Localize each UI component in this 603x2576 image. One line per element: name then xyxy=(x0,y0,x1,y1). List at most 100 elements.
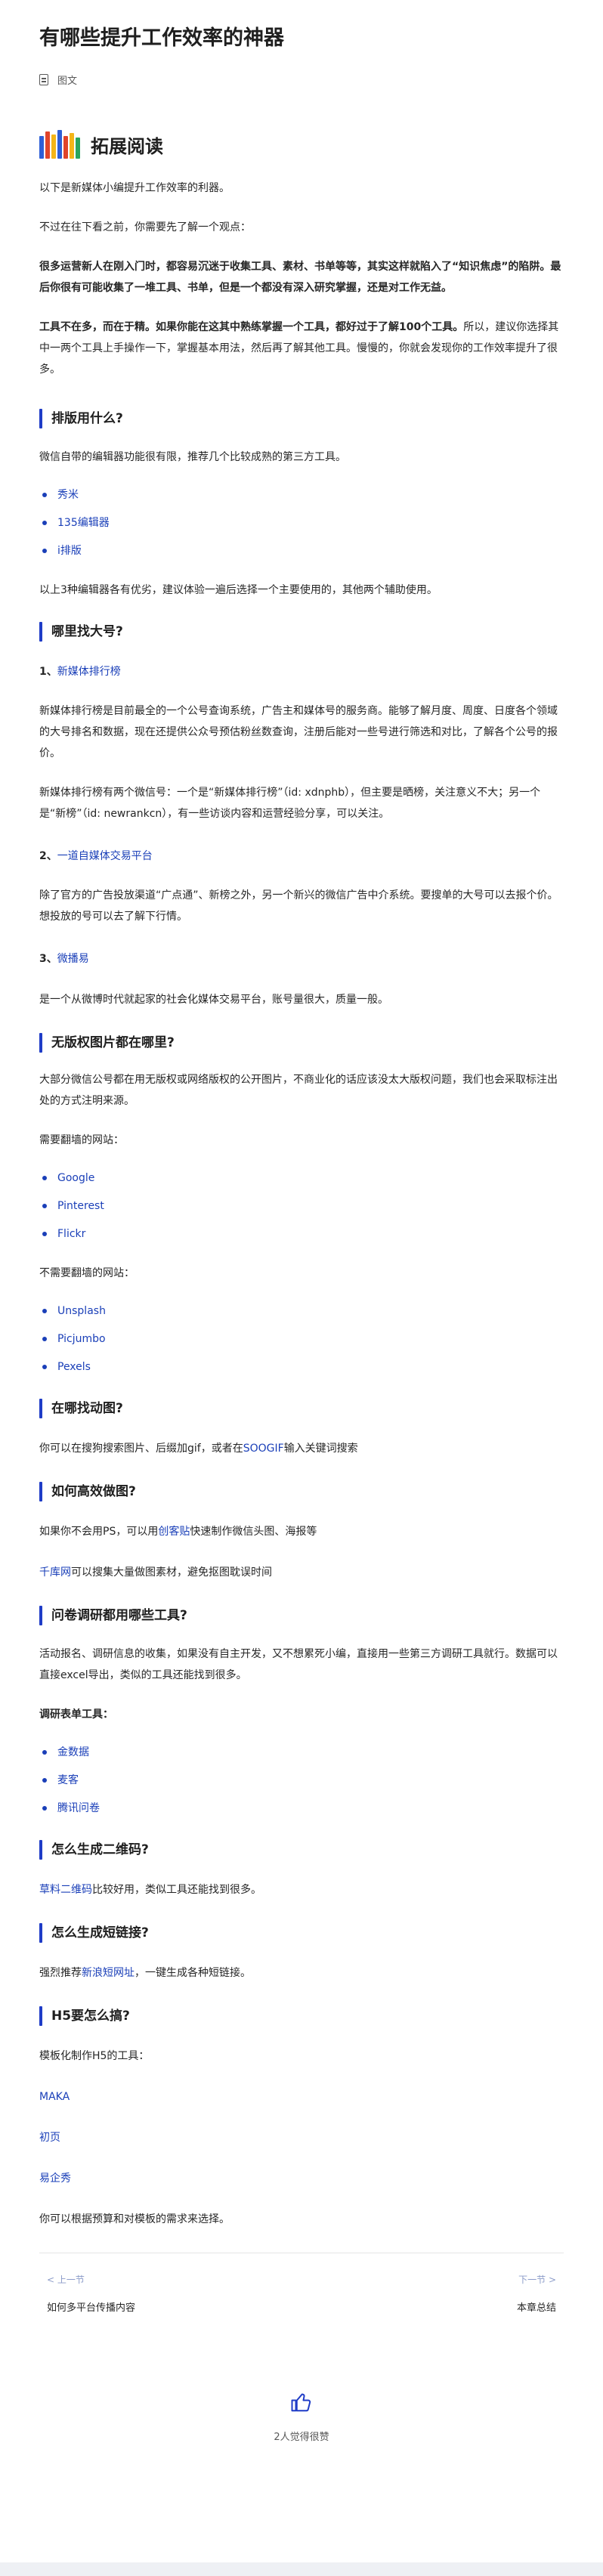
trade-platform-link[interactable]: 一道自媒体交易平台 xyxy=(57,850,153,862)
list-item: i排版 xyxy=(39,542,564,560)
editor-link[interactable]: 135编辑器 xyxy=(57,517,110,529)
prev-chapter-link[interactable]: 如何多平台传播内容 xyxy=(47,2299,135,2314)
section-heading: 在哪找动图? xyxy=(39,1399,564,1418)
h5-tool: 初页 xyxy=(39,2127,564,2148)
weiboyi-link[interactable]: 微播易 xyxy=(57,953,89,965)
section-paragraph: 新媒体排行榜是目前最全的一个公号查询系统，广告主和媒体号的服务商。能够了解月度、… xyxy=(39,705,558,759)
list-item: 135编辑器 xyxy=(39,514,564,532)
section-heading: 哪里找大号? xyxy=(39,622,564,642)
list-item: Picjumbo xyxy=(39,1330,564,1348)
site-link[interactable]: Unsplash xyxy=(57,1305,106,1317)
tool-link[interactable]: 金数据 xyxy=(57,1746,89,1758)
book-spine xyxy=(45,131,50,159)
section-paragraph: 活动报名、调研信息的收集，如果没有自主开发，又不想累死小编，直接用一些第三方调研… xyxy=(39,1648,558,1681)
maka-link[interactable]: MAKA xyxy=(39,2091,70,2103)
h5-tool: 易企秀 xyxy=(39,2168,564,2189)
section-heading: 怎么生成短链接? xyxy=(39,1923,564,1943)
book-spine xyxy=(39,136,44,159)
ranking-link[interactable]: 新媒体排行榜 xyxy=(57,666,121,678)
item-number: 2、 xyxy=(39,850,57,862)
sina-shorturl-link[interactable]: 新浪短网址 xyxy=(82,1967,135,1979)
section-paragraph: 如果你不会用PS，可以用创客贴快速制作微信头图、海报等 xyxy=(39,1521,564,1542)
text: 比较好用，类似工具还能找到很多。 xyxy=(92,1884,261,1896)
list-label: 调研表单工具： xyxy=(39,1709,113,1721)
site-link[interactable]: Pexels xyxy=(57,1361,91,1373)
section-paragraph: 草料二维码比较好用，类似工具还能找到很多。 xyxy=(39,1879,564,1900)
chuangkit-link[interactable]: 创客贴 xyxy=(158,1526,190,1538)
intro-paragraph: 不过在往下看之前，你需要先了解一个观点： xyxy=(39,221,251,233)
numbered-item: 3、微播易 xyxy=(39,948,564,969)
text: 强烈推荐 xyxy=(39,1967,82,1979)
intro-bold-text: 工具不在多，而在于精。如果你能在这其中熟练掌握一个工具，都好过于了解100个工具… xyxy=(39,321,464,333)
book-spine xyxy=(63,136,68,159)
wall-sites-list: Google Pinterest Flickr xyxy=(39,1169,564,1243)
like-count: 2人觉得很赞 xyxy=(274,2432,329,2443)
list-item: Unsplash xyxy=(39,1302,564,1320)
list-item: Pexels xyxy=(39,1358,564,1376)
document-icon xyxy=(39,74,48,85)
article: 有哪些提升工作效率的神器 图文 拓展阅读 以下是新媒体小编提升工作效率的利器。 … xyxy=(0,0,603,2443)
category-label: 图文 xyxy=(57,76,78,87)
text: 你可以在搜狗搜索图片、后缀加gif，或者在 xyxy=(39,1443,243,1455)
extended-reading-banner: 拓展阅读 xyxy=(39,128,564,161)
book-spine xyxy=(76,138,80,159)
section-paragraph: 模板化制作H5的工具： xyxy=(39,2050,150,2062)
soogif-link[interactable]: SOOGIF xyxy=(243,1443,284,1455)
section-heading: 怎么生成二维码? xyxy=(39,1840,564,1860)
book-spine xyxy=(70,133,74,159)
tool-link[interactable]: 腾讯问卷 xyxy=(57,1802,100,1814)
section-paragraph: 你可以在搜狗搜索图片、后缀加gif，或者在SOOGIF输入关键词搜索 xyxy=(39,1438,564,1459)
list-label: 需要翻墙的网站： xyxy=(39,1134,124,1146)
list-item: Flickr xyxy=(39,1225,564,1243)
588ku-link[interactable]: 千库网 xyxy=(39,1566,71,1579)
prev-label[interactable]: < 上一节 xyxy=(47,2273,135,2286)
intro-paragraph: 工具不在多，而在于精。如果你能在这其中熟练掌握一个工具，都好过于了解100个工具… xyxy=(39,317,564,380)
section-paragraph: 是一个从微博时代就起家的社会化媒体交易平台，账号量很大，质量一般。 xyxy=(39,994,388,1006)
text: ，一键生成各种短链接。 xyxy=(135,1967,251,1979)
eqxiu-link[interactable]: 易企秀 xyxy=(39,2172,71,2185)
text: 如果你不会用PS，可以用 xyxy=(39,1526,159,1538)
section-paragraph: 除了官方的广告投放渠道“广点通”、新榜之外，另一个新兴的微信广告中介系统。要搜单… xyxy=(39,889,558,923)
list-item: 腾讯问卷 xyxy=(39,1799,564,1817)
numbered-item: 2、一道自媒体交易平台 xyxy=(39,846,564,867)
section-heading: H5要怎么搞? xyxy=(39,2006,564,2026)
section-paragraph: 大部分微信公号都在用无版权或网络版权的公开图片，不商业化的话应该没太大版权问题，… xyxy=(39,1074,558,1107)
like-button[interactable] xyxy=(287,2388,316,2417)
site-link[interactable]: Google xyxy=(57,1172,94,1184)
cli-qrcode-link[interactable]: 草料二维码 xyxy=(39,1884,92,1896)
section-paragraph: 强烈推荐新浪短网址，一键生成各种短链接。 xyxy=(39,1962,564,1984)
footer-bar xyxy=(0,2562,603,2576)
section-heading: 排版用什么? xyxy=(39,409,564,428)
books-icon xyxy=(39,130,82,159)
tool-link[interactable]: 麦客 xyxy=(57,1774,79,1786)
survey-tools-list: 金数据 麦客 腾讯问卷 xyxy=(39,1743,564,1817)
section-paragraph: 以上3种编辑器各有优劣，建议体验一遍后选择一个主要使用的，其他两个辅助使用。 xyxy=(39,584,438,596)
editor-link[interactable]: 秀米 xyxy=(57,489,79,501)
text: 输入关键词搜索 xyxy=(283,1443,358,1455)
list-label: 不需要翻墙的网站： xyxy=(39,1267,135,1279)
prev-nav[interactable]: < 上一节 如何多平台传播内容 xyxy=(47,2273,135,2314)
editor-list: 秀米 135编辑器 i排版 xyxy=(39,486,564,560)
list-item: Pinterest xyxy=(39,1197,564,1215)
section-paragraph: 新媒体排行榜有两个微信号：一个是“新媒体排行榜”（id: xdnphb），但主要… xyxy=(39,787,541,820)
text: 可以搜集大量做图素材，避免抠图耽误时间 xyxy=(71,1566,272,1579)
editor-link[interactable]: i排版 xyxy=(57,545,82,557)
thumbs-up-icon xyxy=(291,2393,311,2412)
banner-title: 拓展阅读 xyxy=(91,135,163,157)
article-meta: 图文 xyxy=(39,73,564,87)
site-link[interactable]: Pinterest xyxy=(57,1200,104,1212)
item-number: 1、 xyxy=(39,666,57,678)
section-heading: 无版权图片都在哪里? xyxy=(39,1033,564,1053)
section-paragraph: 微信自带的编辑器功能很有限，推荐几个比较成熟的第三方工具。 xyxy=(39,451,346,463)
next-label[interactable]: 下一节 > xyxy=(518,2273,556,2286)
site-link[interactable]: Picjumbo xyxy=(57,1333,106,1345)
list-item: Google xyxy=(39,1169,564,1187)
h5-tool: MAKA xyxy=(39,2086,564,2107)
book-spine xyxy=(51,135,56,159)
page: 有哪些提升工作效率的神器 图文 拓展阅读 以下是新媒体小编提升工作效率的利器。 … xyxy=(0,0,603,2576)
next-nav[interactable]: 下一节 > 本章总结 xyxy=(517,2273,556,2314)
next-chapter-link[interactable]: 本章总结 xyxy=(517,2299,556,2314)
chuye-link[interactable]: 初页 xyxy=(39,2132,60,2144)
section-heading: 问卷调研都用哪些工具? xyxy=(39,1606,564,1625)
site-link[interactable]: Flickr xyxy=(57,1228,85,1240)
